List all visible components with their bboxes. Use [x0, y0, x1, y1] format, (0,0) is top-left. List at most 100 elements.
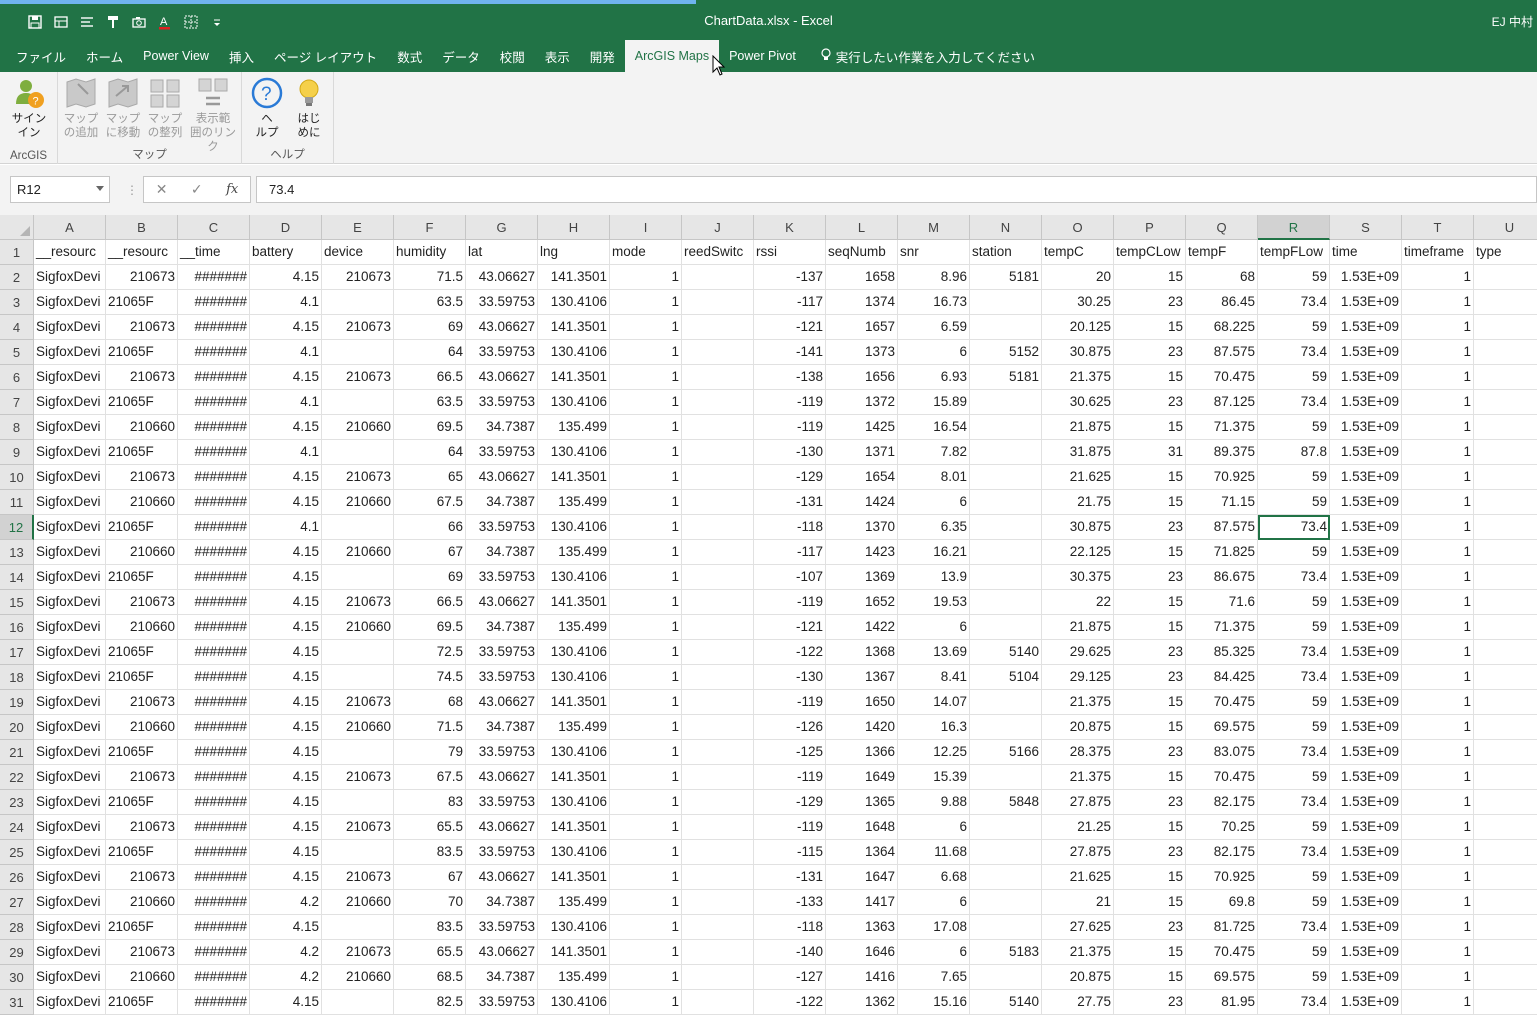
table-cell[interactable]: [1474, 615, 1537, 640]
row-header[interactable]: 3: [0, 290, 34, 315]
table-cell[interactable]: 1: [1402, 790, 1474, 815]
table-cell[interactable]: [682, 965, 754, 990]
table-cell[interactable]: 23: [1114, 290, 1186, 315]
table-cell[interactable]: [1474, 340, 1537, 365]
row-header[interactable]: 10: [0, 465, 34, 490]
table-cell[interactable]: 1.53E+09: [1330, 315, 1402, 340]
table-cell[interactable]: 16.73: [898, 290, 970, 315]
table-cell[interactable]: [322, 340, 394, 365]
table-cell[interactable]: 64: [394, 340, 466, 365]
table-cell[interactable]: 30.25: [1042, 290, 1114, 315]
table-cell[interactable]: [682, 490, 754, 515]
getting-started-button[interactable]: はじ めに: [288, 76, 330, 140]
table-cell[interactable]: 130.4106: [538, 915, 610, 940]
table-cell[interactable]: 1: [610, 740, 682, 765]
table-cell[interactable]: 30.375: [1042, 565, 1114, 590]
chevron-down-icon[interactable]: [96, 186, 104, 191]
row-header[interactable]: 26: [0, 865, 34, 890]
table-cell[interactable]: SigfoxDevi: [34, 915, 106, 940]
table-cell[interactable]: #######: [178, 940, 250, 965]
table-cell[interactable]: 59: [1258, 940, 1330, 965]
table-cell[interactable]: -140: [754, 940, 826, 965]
table-cell[interactable]: #######: [178, 490, 250, 515]
table-cell[interactable]: 43.06627: [466, 940, 538, 965]
table-cell[interactable]: 1373: [826, 340, 898, 365]
table-cell[interactable]: -118: [754, 515, 826, 540]
table-cell[interactable]: 21065F: [106, 665, 178, 690]
table-cell[interactable]: [970, 815, 1042, 840]
table-cell[interactable]: 135.499: [538, 415, 610, 440]
table-cell[interactable]: -133: [754, 890, 826, 915]
table-cell[interactable]: [1474, 865, 1537, 890]
table-cell[interactable]: 1: [1402, 415, 1474, 440]
table-cell[interactable]: 1657: [826, 315, 898, 340]
table-cell[interactable]: [682, 665, 754, 690]
table-cell[interactable]: -115: [754, 840, 826, 865]
table-cell[interactable]: 1364: [826, 840, 898, 865]
table-cell[interactable]: 1: [610, 765, 682, 790]
row-header[interactable]: 18: [0, 665, 34, 690]
table-cell[interactable]: 4.15: [250, 590, 322, 615]
table-cell[interactable]: 1.53E+09: [1330, 990, 1402, 1015]
table-cell[interactable]: [970, 390, 1042, 415]
table-cell[interactable]: 5848: [970, 790, 1042, 815]
table-cell[interactable]: SigfoxDevi: [34, 690, 106, 715]
row-header[interactable]: 22: [0, 765, 34, 790]
column-title-cell[interactable]: __time: [178, 240, 250, 265]
table-cell[interactable]: 4.1: [250, 340, 322, 365]
table-cell[interactable]: 21.375: [1042, 365, 1114, 390]
table-cell[interactable]: 130.4106: [538, 840, 610, 865]
table-cell[interactable]: 23: [1114, 665, 1186, 690]
table-cell[interactable]: 210673: [106, 865, 178, 890]
table-cell[interactable]: [682, 415, 754, 440]
table-cell[interactable]: 135.499: [538, 490, 610, 515]
table-cell[interactable]: 31: [1114, 440, 1186, 465]
table-cell[interactable]: [1474, 390, 1537, 415]
table-cell[interactable]: 141.3501: [538, 590, 610, 615]
table-cell[interactable]: 15: [1114, 940, 1186, 965]
table-cell[interactable]: 71.375: [1186, 415, 1258, 440]
table-cell[interactable]: 43.06627: [466, 865, 538, 890]
table-cell[interactable]: 34.7387: [466, 490, 538, 515]
table-cell[interactable]: 210660: [106, 415, 178, 440]
table-cell[interactable]: [970, 565, 1042, 590]
table-cell[interactable]: 1368: [826, 640, 898, 665]
table-cell[interactable]: [970, 840, 1042, 865]
table-cell[interactable]: 34.7387: [466, 415, 538, 440]
table-cell[interactable]: 73.4: [1258, 740, 1330, 765]
column-header-K[interactable]: K: [754, 215, 826, 240]
table-cell[interactable]: 1: [610, 265, 682, 290]
table-cell[interactable]: 210660: [322, 715, 394, 740]
table-cell[interactable]: 210673: [322, 265, 394, 290]
vertical-dots-icon[interactable]: ⋮: [126, 183, 138, 197]
table-cell[interactable]: [682, 915, 754, 940]
table-cell[interactable]: [322, 565, 394, 590]
table-cell[interactable]: 1.53E+09: [1330, 740, 1402, 765]
table-cell[interactable]: [1474, 540, 1537, 565]
table-cell[interactable]: #######: [178, 840, 250, 865]
table-cell[interactable]: 1.53E+09: [1330, 390, 1402, 415]
table-cell[interactable]: -122: [754, 640, 826, 665]
column-header-I[interactable]: I: [610, 215, 682, 240]
table-cell[interactable]: SigfoxDevi: [34, 890, 106, 915]
table-cell[interactable]: [1474, 515, 1537, 540]
table-cell[interactable]: 1.53E+09: [1330, 540, 1402, 565]
table-cell[interactable]: 59: [1258, 715, 1330, 740]
table-cell[interactable]: 70.25: [1186, 815, 1258, 840]
table-cell[interactable]: 4.15: [250, 615, 322, 640]
table-cell[interactable]: 21.75: [1042, 490, 1114, 515]
table-cell[interactable]: 21: [1042, 890, 1114, 915]
row-header[interactable]: 4: [0, 315, 34, 340]
table-cell[interactable]: [322, 440, 394, 465]
table-cell[interactable]: 1: [610, 590, 682, 615]
table-cell[interactable]: 59: [1258, 415, 1330, 440]
table-cell[interactable]: 1366: [826, 740, 898, 765]
table-cell[interactable]: 64: [394, 440, 466, 465]
table-cell[interactable]: 43.06627: [466, 365, 538, 390]
table-cell[interactable]: [1474, 490, 1537, 515]
table-cell[interactable]: 1: [1402, 390, 1474, 415]
table-cell[interactable]: 43.06627: [466, 590, 538, 615]
sign-in-button[interactable]: ? サイン イン: [8, 76, 50, 140]
table-cell[interactable]: 15: [1114, 590, 1186, 615]
tab-10[interactable]: ArcGIS Maps: [624, 40, 720, 72]
